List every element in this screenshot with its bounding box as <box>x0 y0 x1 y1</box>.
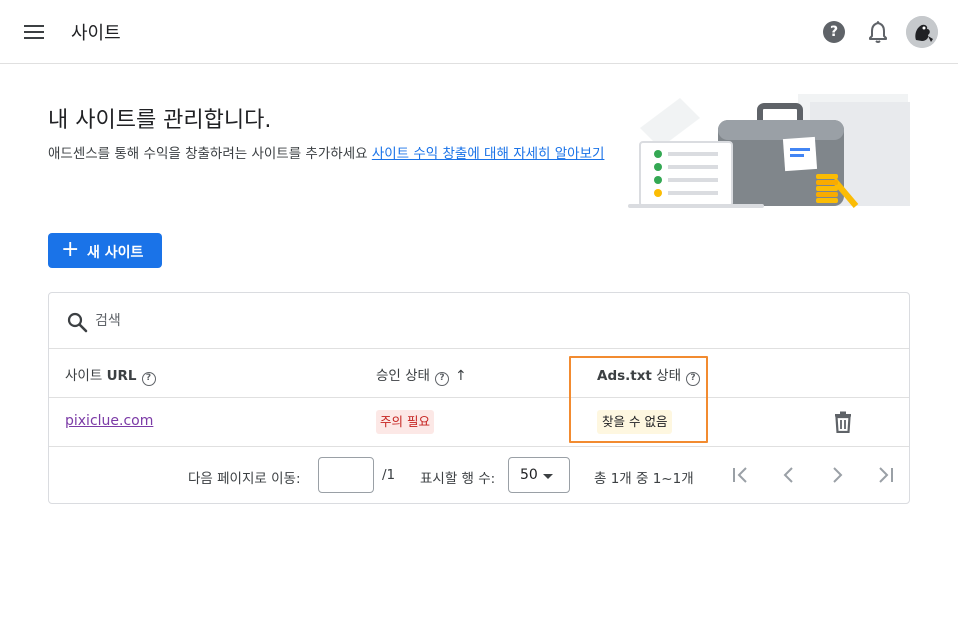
top-app-bar: 사이트 ? <box>0 0 958 64</box>
description-text: 애드센스를 통해 수익을 창출하려는 사이트를 추가하세요 <box>48 146 372 162</box>
sites-table-panel: 사이트 URL? 승인 상태? ↑ Ads.txt 상태? pixiclue.co… <box>48 292 910 504</box>
help-icon[interactable]: ? <box>823 21 845 43</box>
app-title: 사이트 <box>71 23 121 44</box>
column-ads-txt-status[interactable]: Ads.txt 상태? <box>597 364 701 386</box>
new-site-label: 새 사이트 <box>87 245 144 261</box>
approval-status-badge: 주의 필요 <box>376 410 434 434</box>
column-site-url[interactable]: 사이트 URL? <box>65 364 156 386</box>
help-circle-icon[interactable]: ? <box>434 372 449 386</box>
page-description: 애드센스를 통해 수익을 창출하려는 사이트를 추가하세요 사이트 수익 창출에… <box>48 144 628 164</box>
table-header-row: 사이트 URL? 승인 상태? ↑ Ads.txt 상태? <box>49 349 909 398</box>
column-site-url-prefix: 사이트 <box>65 368 107 384</box>
notifications-bell-icon[interactable] <box>867 20 889 44</box>
first-page-icon[interactable] <box>729 463 753 487</box>
last-page-icon[interactable] <box>873 463 897 487</box>
rows-per-page-value: 50 <box>520 467 538 483</box>
new-site-button[interactable]: + 새 사이트 <box>48 233 162 268</box>
rows-per-page-select[interactable]: 50 <box>508 457 570 493</box>
chevron-down-icon <box>543 474 553 479</box>
sort-ascending-icon[interactable]: ↑ <box>455 368 467 384</box>
learn-more-link[interactable]: 사이트 수익 창출에 대해 자세히 알아보기 <box>372 146 605 162</box>
column-approval-status[interactable]: 승인 상태? ↑ <box>376 364 467 386</box>
search-input[interactable] <box>95 309 495 333</box>
delete-icon[interactable] <box>833 411 853 434</box>
range-text: 총 1개 중 1~1개 <box>594 471 694 487</box>
next-page-icon[interactable] <box>825 463 849 487</box>
page-total: /1 <box>382 467 396 483</box>
column-ads-txt-suffix: 상태 <box>651 368 682 384</box>
previous-page-icon[interactable] <box>777 463 801 487</box>
go-to-page-label: 다음 페이지로 이동: <box>188 471 301 487</box>
rows-per-page-label: 표시할 행 수: <box>420 471 496 487</box>
menu-icon[interactable] <box>20 19 48 45</box>
column-ads-txt-bold: Ads.txt <box>597 368 652 384</box>
column-site-url-bold: URL <box>106 368 137 384</box>
help-circle-icon[interactable]: ? <box>141 372 156 386</box>
search-icon <box>66 311 88 333</box>
page-number-input[interactable] <box>318 457 374 493</box>
help-circle-icon[interactable]: ? <box>686 372 701 386</box>
table-row: pixiclue.com 주의 필요 찾을 수 없음 <box>49 398 909 447</box>
page-title: 내 사이트를 관리합니다. <box>48 108 272 133</box>
site-url-link[interactable]: pixiclue.com <box>65 413 153 429</box>
pagination-bar: 다음 페이지로 이동: /1 표시할 행 수: 50 총 1개 중 1~1개 <box>49 447 909 504</box>
account-avatar[interactable] <box>906 16 938 48</box>
plus-icon: + <box>61 237 80 262</box>
sites-illustration <box>620 88 912 212</box>
ads-txt-status-badge: 찾을 수 없음 <box>597 410 673 434</box>
search-bar <box>49 293 909 349</box>
column-approval-status-label: 승인 상태 <box>376 368 430 384</box>
